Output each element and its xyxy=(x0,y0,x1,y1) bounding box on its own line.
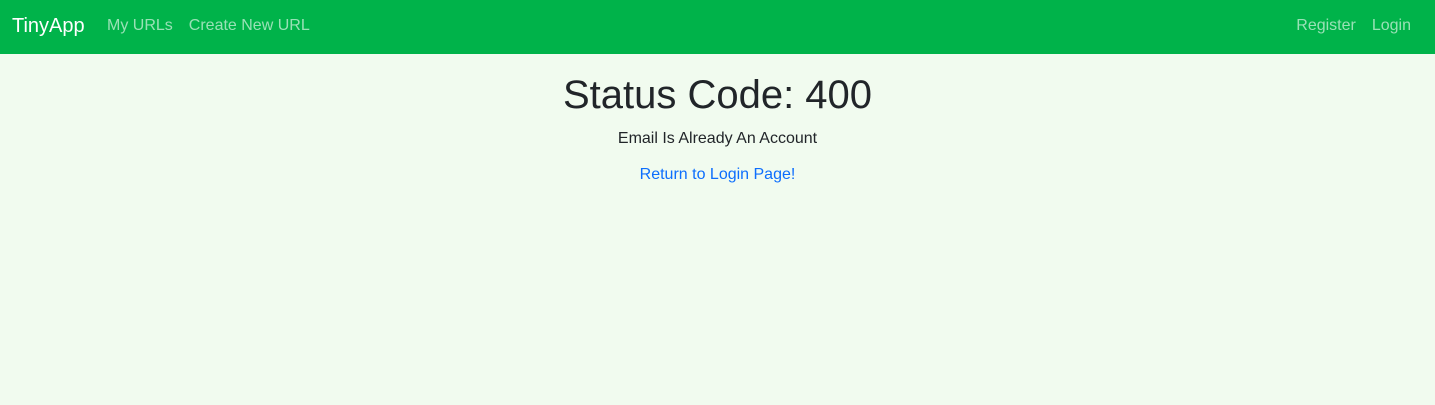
error-content: Status Code: 400 Email Is Already An Acc… xyxy=(0,54,1435,185)
nav-register-link[interactable]: Register xyxy=(1296,16,1356,36)
nav-login-link[interactable]: Login xyxy=(1372,16,1411,36)
top-navbar: TinyApp My URLs Create New URL Register … xyxy=(0,0,1435,54)
brand-link[interactable]: TinyApp xyxy=(12,14,85,38)
error-message: Email Is Already An Account xyxy=(617,130,818,147)
nav-my-urls-link[interactable]: My URLs xyxy=(107,16,173,36)
return-to-login-link[interactable]: Return to Login Page! xyxy=(640,165,796,185)
nav-right-group: Register Login xyxy=(1296,16,1411,36)
status-code-title: Status Code: 400 xyxy=(562,73,873,117)
nav-create-new-url-link[interactable]: Create New URL xyxy=(189,16,310,36)
nav-left-group: My URLs Create New URL xyxy=(107,16,310,36)
